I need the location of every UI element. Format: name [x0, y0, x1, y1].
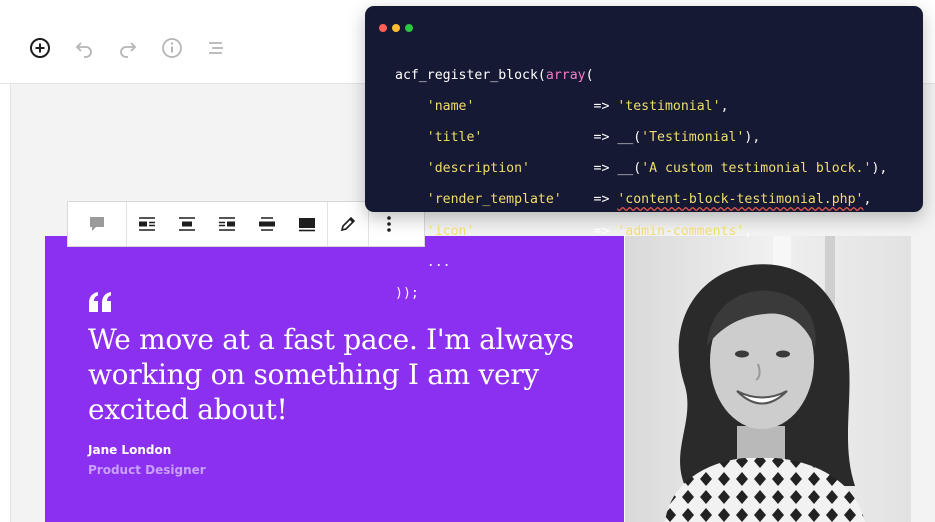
outline-icon[interactable]: [204, 36, 228, 60]
alignment-group: [127, 202, 328, 246]
edit-pencil-icon[interactable]: [328, 202, 368, 246]
block-switcher-group: [68, 202, 127, 246]
redo-icon[interactable]: [116, 36, 140, 60]
window-controls: [379, 24, 413, 32]
align-full-icon[interactable]: [287, 202, 327, 246]
add-block-icon[interactable]: [28, 36, 52, 60]
undo-icon[interactable]: [72, 36, 96, 60]
code-line: acf_register_block(array(: [395, 67, 594, 83]
code-snippet-window: acf_register_block(array( 'name' => 'tes…: [365, 6, 923, 301]
minimize-dot-icon: [392, 24, 400, 32]
code-line: 'render_template' => 'content-block-test…: [426, 192, 872, 208]
align-center-icon[interactable]: [167, 202, 207, 246]
code-line: ...: [395, 254, 451, 270]
testimonial-author-name: Jane London: [88, 443, 172, 457]
align-right-icon[interactable]: [207, 202, 247, 246]
code-line: ));: [395, 285, 419, 301]
testimonial-author-role: Product Designer: [88, 463, 206, 477]
align-wide-icon[interactable]: [247, 202, 287, 246]
edit-group: [328, 202, 369, 246]
info-icon[interactable]: [160, 36, 184, 60]
code-line: 'icon' => 'admin-comments',: [426, 223, 753, 239]
maximize-dot-icon: [405, 24, 413, 32]
quote-icon: [89, 292, 111, 312]
align-left-icon[interactable]: [127, 202, 167, 246]
comment-block-icon[interactable]: [68, 202, 126, 246]
code-block: acf_register_block(array( 'name' => 'tes…: [395, 52, 887, 333]
code-line: 'title' => __('Testimonial'),: [426, 129, 761, 145]
close-dot-icon: [379, 24, 387, 32]
code-line: 'description' => __('A custom testimonia…: [426, 161, 888, 177]
code-line: 'name' => 'testimonial',: [426, 98, 729, 114]
testimonial-quote: We move at a fast pace. I'm always worki…: [88, 323, 574, 426]
